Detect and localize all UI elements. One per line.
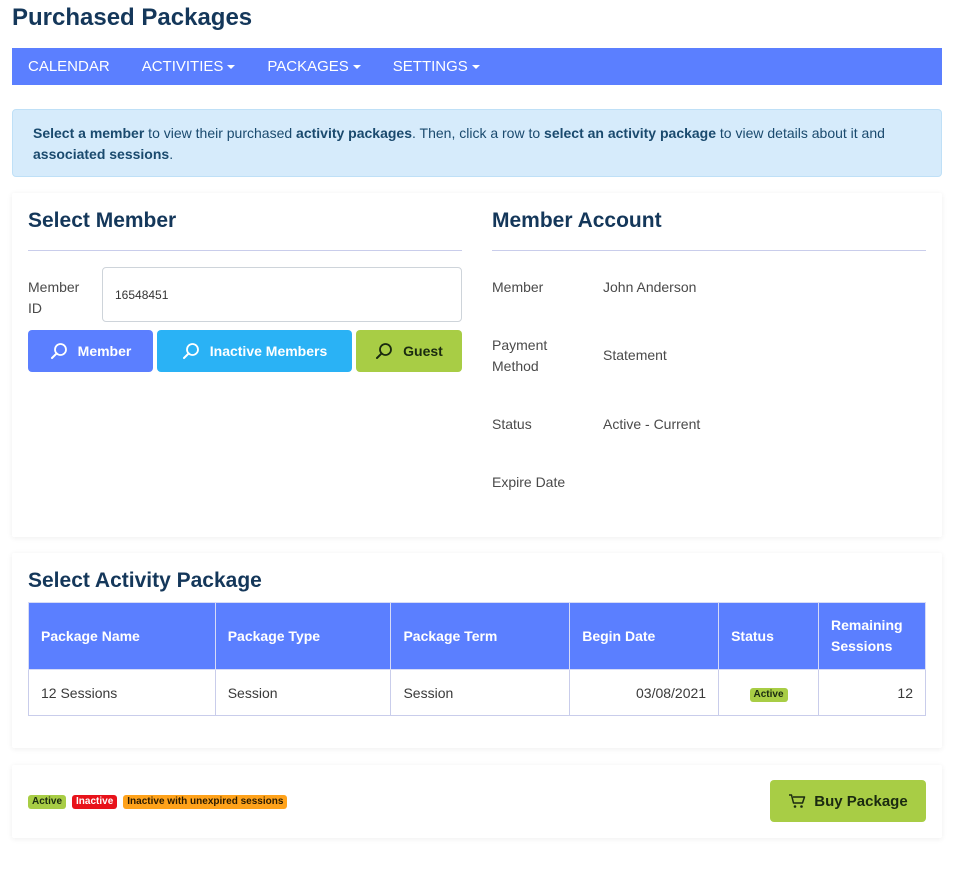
divider [28,250,462,251]
search-member-button[interactable]: Member [28,330,153,372]
alert-text-select-package: select an activity package [544,125,717,141]
search-icon [182,343,199,359]
info-alert: Select a member to view their purchased … [12,109,942,177]
nav-activities[interactable]: ACTIVITIES [142,58,236,75]
select-member-title: Select Member [28,209,177,232]
nav-packages[interactable]: PACKAGES [267,58,361,75]
search-inactive-label: Inactive Members [209,343,328,359]
nav-activities-label: ACTIVITIES [141,58,224,75]
account-member-label: Member [492,279,544,295]
caret-down-icon [352,64,361,69]
column-header[interactable]: Package Type [214,602,392,670]
column-header[interactable]: Status [718,602,819,670]
buy-package-button[interactable]: Buy Package [770,780,926,822]
member-id-label: Member ID [28,279,80,316]
column-header[interactable]: Begin Date [569,602,720,670]
search-guest-label: Guest [403,343,443,359]
table-row[interactable]: 12 Sessions Session Session 03/08/2021 A… [28,669,927,716]
alert-text: to view their purchased [144,125,297,141]
status-badge: Active [749,687,788,702]
cell-package-type: Session [214,669,392,716]
member-id-input[interactable] [102,267,462,322]
buy-package-label: Buy Package [814,792,908,810]
nav-calendar-label: CALENDAR [28,58,110,75]
nav-calendar[interactable]: CALENDAR [28,58,110,75]
search-icon [50,343,67,359]
page-title: Purchased Packages [12,4,253,31]
alert-text: . [169,146,174,162]
caret-down-icon [471,64,480,69]
alert-text: to view details about it and [716,125,885,141]
nav-settings[interactable]: SETTINGS [393,58,480,75]
main-navbar: CALENDAR ACTIVITIES PACKAGES SETTINGS [12,48,942,85]
nav-packages-label: PACKAGES [267,58,349,75]
cell-package-name: 12 Sessions [28,669,216,716]
divider [492,250,926,251]
account-status-label: Status [492,416,532,432]
account-member-value: John Anderson [603,279,697,295]
caret-down-icon [227,64,236,69]
packages-table: Package Name Package Type Package Term B… [28,602,927,716]
account-payment-value: Statement [603,347,667,363]
cart-icon [789,794,806,808]
account-payment-label: Payment Method [492,337,548,374]
column-header[interactable]: Remaining Sessions [817,602,927,670]
alert-text: . Then, click a row to [412,125,545,141]
search-icon [376,343,393,359]
table-header-row: Package Name Package Type Package Term B… [28,602,927,670]
legend-active-badge: Active [28,795,67,809]
account-expire-label: Expire Date [492,474,566,490]
alert-text-select-member: Select a member [33,125,145,141]
cell-begin-date: 03/08/2021 [569,669,720,716]
column-header[interactable]: Package Term [390,602,571,670]
legend-inactive-badge: Inactive [72,795,118,809]
search-inactive-members-button[interactable]: Inactive Members [157,330,352,372]
column-header[interactable]: Package Name [28,602,216,670]
alert-text-associated-sessions: associated sessions [33,146,170,162]
cell-package-term: Session [390,669,571,716]
cell-remaining-sessions: 12 [817,669,927,716]
cell-status: Active [718,669,819,716]
nav-settings-label: SETTINGS [392,58,468,75]
search-guest-button[interactable]: Guest [356,330,462,372]
member-account-title: Member Account [492,209,662,232]
search-member-label: Member [77,343,132,359]
package-card: Select Activity Package Package Name Pac… [12,553,942,748]
account-status-value: Active - Current [603,416,701,432]
footer-card: Active Inactive Inactive with unexpired … [12,765,942,838]
select-package-title: Select Activity Package [28,569,262,592]
alert-text-activity-packages: activity packages [296,125,413,141]
legend-unexpired-badge: Inactive with unexpired sessions [123,795,288,809]
status-legend: Active Inactive Inactive with unexpired … [28,795,288,809]
member-card: Select Member Member ID Member Inactive … [12,193,942,537]
